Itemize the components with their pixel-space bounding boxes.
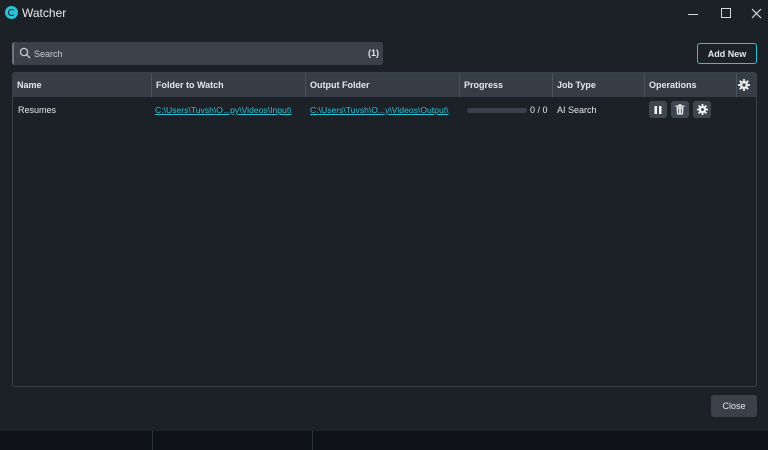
pause-button[interactable] bbox=[649, 101, 667, 118]
watcher-logo-icon bbox=[5, 6, 18, 19]
folder-to-watch-link[interactable]: C:\Users\Tuvsh\O...py\Videos\Input\ bbox=[155, 99, 303, 123]
job-name: Resumes bbox=[18, 105, 57, 115]
column-header-output-folder[interactable]: Output Folder bbox=[306, 73, 460, 97]
status-bar bbox=[0, 431, 768, 450]
minimize-button[interactable] bbox=[678, 0, 708, 26]
column-header-job-type[interactable]: Job Type bbox=[553, 73, 645, 97]
close-button[interactable]: Close bbox=[711, 395, 757, 417]
minimize-icon bbox=[688, 13, 698, 15]
search-result-count: (1) bbox=[368, 48, 379, 58]
trash-icon bbox=[675, 104, 685, 115]
close-window-button[interactable] bbox=[741, 0, 768, 26]
progress-bar bbox=[467, 108, 527, 113]
pause-icon bbox=[654, 105, 662, 114]
column-header-folder-to-watch[interactable]: Folder to Watch bbox=[152, 73, 306, 97]
output-folder-link[interactable]: C:\Users\Tuvsh\O...y\Videos\Output\ bbox=[310, 99, 458, 123]
add-new-button[interactable]: Add New bbox=[697, 43, 757, 64]
status-divider bbox=[152, 431, 153, 450]
gear-icon[interactable] bbox=[738, 79, 750, 91]
title-bar: Watcher bbox=[0, 0, 768, 26]
search-box[interactable]: (1) bbox=[12, 42, 383, 65]
column-header-progress[interactable]: Progress bbox=[460, 73, 553, 97]
search-input[interactable] bbox=[34, 42, 334, 65]
job-type: AI Search bbox=[557, 105, 597, 115]
maximize-icon bbox=[721, 8, 731, 18]
column-header-operations[interactable]: Operations bbox=[645, 73, 737, 97]
jobs-table: Name Folder to Watch Output Folder Progr… bbox=[12, 72, 757, 387]
status-divider bbox=[312, 431, 313, 450]
table-header: Name Folder to Watch Output Folder Progr… bbox=[13, 73, 756, 97]
gear-icon bbox=[696, 104, 708, 115]
window-title: Watcher bbox=[22, 6, 67, 20]
table-row[interactable]: Resumes C:\Users\Tuvsh\O...py\Videos\Inp… bbox=[13, 99, 756, 123]
maximize-button[interactable] bbox=[711, 0, 741, 26]
column-header-name[interactable]: Name bbox=[13, 73, 152, 97]
delete-button[interactable] bbox=[671, 101, 689, 118]
progress-count: 0 / 0 bbox=[530, 105, 548, 115]
job-settings-button[interactable] bbox=[693, 101, 711, 118]
close-icon bbox=[751, 8, 761, 18]
search-icon bbox=[19, 47, 31, 59]
